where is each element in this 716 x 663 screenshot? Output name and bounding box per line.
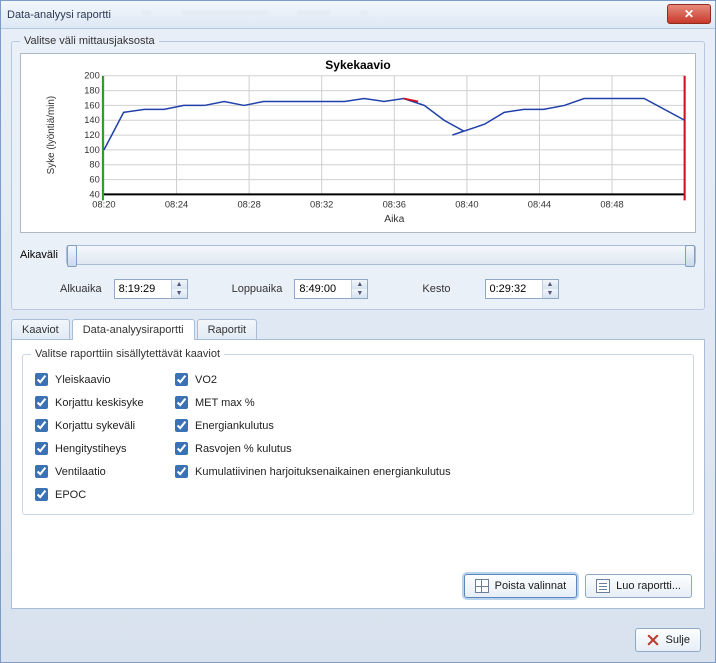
heart-rate-chart: Sykekaavio [20, 53, 696, 233]
svg-text:08:28: 08:28 [237, 199, 260, 209]
panel-button-row: Poista valinnat Luo raportti... [464, 574, 692, 598]
svg-text:08:36: 08:36 [383, 199, 406, 209]
chart-title: Sykekaavio [21, 58, 695, 72]
chk-vo2[interactable]: VO2 [171, 370, 685, 389]
svg-text:Aika: Aika [384, 214, 405, 225]
duration-label: Kesto [422, 283, 450, 295]
spin-down-icon[interactable]: ▼ [172, 289, 187, 298]
dialog-body: Valitse väli mittausjaksosta Sykekaavio [1, 29, 715, 619]
start-time-spinner[interactable]: ▲▼ [114, 279, 188, 299]
window-close-button[interactable]: ✕ [667, 4, 711, 24]
report-checkbox-grid: Yleiskaavio VO2 Korjattu keskisyke MET m… [31, 370, 685, 504]
chart-svg: 40 60 80 100 120 140 160 180 200 08:20 0… [21, 54, 695, 232]
svg-text:180: 180 [84, 86, 100, 96]
create-report-button[interactable]: Luo raportti... [585, 574, 692, 598]
svg-text:40: 40 [89, 190, 99, 200]
start-time-input[interactable] [115, 280, 171, 298]
spin-down-icon[interactable]: ▼ [543, 289, 558, 298]
spin-down-icon[interactable]: ▼ [352, 289, 367, 298]
report-charts-legend: Valitse raporttiin sisällytettävät kaavi… [31, 348, 224, 360]
start-time-label: Alkuaika [60, 283, 102, 295]
svg-text:200: 200 [84, 71, 100, 81]
tab-strip: Kaaviot Data-analyysiraportti Raportit [11, 319, 705, 340]
end-time-input[interactable] [295, 280, 351, 298]
time-inputs-row: Alkuaika ▲▼ Loppuaika ▲▼ Kesto ▲▼ [20, 279, 696, 299]
svg-text:08:24: 08:24 [165, 199, 188, 209]
document-icon [596, 579, 610, 593]
tab-data-analyysiraportti[interactable]: Data-analyysiraportti [72, 319, 195, 340]
window-title: Data-analyysi raportti [7, 9, 111, 21]
svg-text:100: 100 [84, 145, 100, 155]
time-range-slider-row: Aikaväli [20, 245, 696, 265]
chk-korjattu-keskisyke[interactable]: Korjattu keskisyke [31, 393, 161, 412]
svg-text:160: 160 [84, 101, 100, 111]
svg-text:08:44: 08:44 [528, 199, 551, 209]
chk-energiankulutus[interactable]: Energiankulutus [171, 416, 685, 435]
chk-hengitystiheys[interactable]: Hengitystiheys [31, 439, 161, 458]
close-button[interactable]: Sulje [635, 628, 701, 652]
svg-text:120: 120 [84, 130, 100, 140]
end-time-label: Loppuaika [232, 283, 283, 295]
measurement-range-group: Valitse väli mittausjaksosta Sykekaavio [11, 35, 705, 310]
report-charts-group: Valitse raporttiin sisällytettävät kaavi… [22, 348, 694, 515]
slider-handle-start[interactable] [67, 245, 77, 267]
svg-text:60: 60 [89, 175, 99, 185]
chk-yleiskaavio[interactable]: Yleiskaavio [31, 370, 161, 389]
chk-korjattu-sykevali[interactable]: Korjattu sykeväli [31, 416, 161, 435]
duration-input[interactable] [486, 280, 542, 298]
chk-rasvojen[interactable]: Rasvojen % kulutus [171, 439, 685, 458]
chk-ventilaatio[interactable]: Ventilaatio [31, 462, 161, 481]
svg-text:08:20: 08:20 [92, 199, 115, 209]
spin-up-icon[interactable]: ▲ [352, 280, 367, 289]
dialog-footer: Sulje [635, 628, 701, 652]
measurement-range-legend: Valitse väli mittausjaksosta [20, 35, 159, 47]
slider-handle-end[interactable] [685, 245, 695, 267]
tab-panel-report: Valitse raporttiin sisällytettävät kaavi… [11, 339, 705, 609]
end-time-spinner[interactable]: ▲▼ [294, 279, 368, 299]
tab-raportit[interactable]: Raportit [197, 319, 258, 340]
svg-text:Syke (lyöntiä/min): Syke (lyöntiä/min) [46, 96, 57, 175]
time-range-label: Aikaväli [20, 249, 58, 261]
clear-selections-button[interactable]: Poista valinnat [464, 574, 578, 598]
chk-met-max[interactable]: MET max % [171, 393, 685, 412]
grid-icon [475, 579, 489, 593]
svg-text:08:48: 08:48 [600, 199, 623, 209]
duration-spinner[interactable]: ▲▼ [485, 279, 559, 299]
dialog-window: Data-analyysi raportti ·················… [0, 0, 716, 663]
spin-up-icon[interactable]: ▲ [543, 280, 558, 289]
chk-epoc[interactable]: EPOC [31, 485, 161, 504]
time-range-slider[interactable] [66, 245, 696, 265]
close-icon [646, 633, 660, 647]
background-blur: ········································… [141, 7, 368, 18]
spin-up-icon[interactable]: ▲ [172, 280, 187, 289]
titlebar: Data-analyysi raportti ·················… [1, 1, 715, 29]
chk-kumulatiivinen[interactable]: Kumulatiivinen harjoituksenaikainen ener… [171, 462, 685, 481]
svg-text:80: 80 [89, 160, 99, 170]
svg-text:08:40: 08:40 [455, 199, 478, 209]
svg-text:140: 140 [84, 115, 100, 125]
svg-text:08:32: 08:32 [310, 199, 333, 209]
tab-kaaviot[interactable]: Kaaviot [11, 319, 70, 340]
